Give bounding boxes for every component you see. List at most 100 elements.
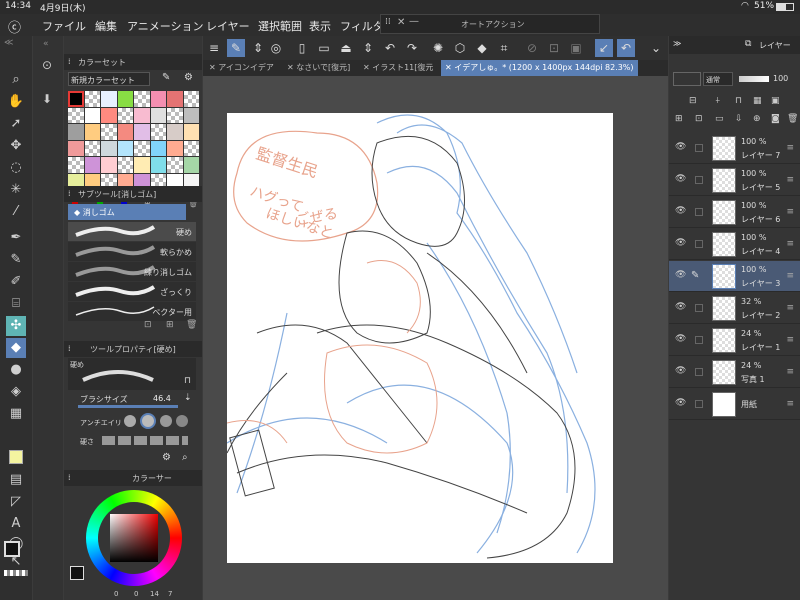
minimize-icon[interactable]: — bbox=[409, 16, 419, 27]
drag-handle-icon[interactable]: ≡ bbox=[786, 399, 794, 409]
color-swatch[interactable] bbox=[183, 91, 199, 107]
color-swatch[interactable] bbox=[167, 91, 183, 107]
decoration-icon[interactable]: ✣ bbox=[6, 316, 26, 336]
blend-icon[interactable]: ● bbox=[6, 360, 26, 380]
lock-icon[interactable]: ⊓ bbox=[184, 376, 191, 386]
lock-transparent-icon[interactable]: ▦ bbox=[753, 96, 762, 106]
menu-icon[interactable]: ≡ bbox=[205, 39, 223, 57]
tab-illust11[interactable]: ✕ イラスト11[復元 bbox=[363, 62, 433, 73]
color-swatch[interactable] bbox=[68, 107, 84, 123]
main-color-swatch[interactable] bbox=[4, 541, 20, 557]
delete-subtool-icon[interactable]: 🗑 bbox=[186, 320, 197, 330]
drag-handle-icon[interactable]: ≡ bbox=[786, 207, 794, 217]
snap-ruler-icon[interactable]: ↙ bbox=[595, 39, 613, 57]
invert-selection-icon[interactable]: ⊡ bbox=[545, 39, 563, 57]
material-icon[interactable]: ⬇ bbox=[42, 92, 52, 106]
transparent-color-icon[interactable] bbox=[4, 570, 28, 576]
gradient-icon[interactable]: ▦ bbox=[6, 404, 26, 424]
chevron-icon[interactable]: ⇕ bbox=[249, 39, 267, 57]
color-swatch[interactable] bbox=[84, 107, 100, 123]
drag-handle-icon[interactable]: ≡ bbox=[786, 143, 794, 153]
menu-filter[interactable]: フィルタ bbox=[340, 18, 384, 34]
new-vector-layer-icon[interactable]: ⊡ bbox=[695, 114, 703, 124]
color-swatch[interactable] bbox=[134, 124, 150, 140]
subtool-group-eraser[interactable]: ◆ 消しゴム bbox=[68, 204, 186, 220]
selection-area-icon[interactable]: ▣ bbox=[567, 39, 585, 57]
color-swatch[interactable] bbox=[101, 124, 117, 140]
frame-icon[interactable]: ◸ bbox=[6, 492, 26, 512]
collapse-left-icon[interactable]: « bbox=[43, 39, 49, 49]
layer-row[interactable]: 👁 100 % レイヤー 4 ≡ bbox=[669, 229, 800, 260]
subtool-item[interactable]: ざっくり bbox=[68, 282, 196, 301]
color-swatch[interactable] bbox=[150, 107, 166, 123]
color-swatch[interactable] bbox=[183, 124, 199, 140]
colorwheel-header[interactable]: ⁞ カラーサー bbox=[64, 470, 202, 486]
snap-special-ruler-icon[interactable]: ↶ bbox=[617, 39, 635, 57]
color-swatch[interactable] bbox=[117, 107, 133, 123]
wrench-icon[interactable]: ✎ bbox=[162, 72, 170, 83]
toolprop-header[interactable]: ⁞ ツールプロパティ[硬め] bbox=[64, 341, 202, 357]
airbrush-icon[interactable]: ⌸ bbox=[6, 294, 26, 314]
brush-icon[interactable]: ✐ bbox=[6, 272, 26, 292]
color-swatch[interactable] bbox=[150, 140, 166, 156]
layer-row[interactable]: 👁 100 % レイヤー 7 ≡ bbox=[669, 133, 800, 164]
colorset-select[interactable]: 新規カラーセット bbox=[68, 72, 150, 86]
color-swatch[interactable] bbox=[101, 140, 117, 156]
saturation-value-box[interactable] bbox=[110, 514, 158, 562]
color-swatch[interactable] bbox=[84, 91, 100, 107]
fill-selection-icon[interactable]: ◆ bbox=[473, 39, 491, 57]
layer-row[interactable]: 👁 用紙 ≡ bbox=[669, 389, 800, 420]
antialias-row[interactable]: アンチエイリ bbox=[68, 413, 196, 432]
drag-handle-icon[interactable]: ≡ bbox=[786, 239, 794, 249]
opacity-value[interactable]: 100 bbox=[773, 74, 788, 83]
color-swatch[interactable] bbox=[150, 157, 166, 173]
transfer-down-icon[interactable]: ⇩ bbox=[735, 114, 743, 124]
app-logo-icon[interactable]: ⓒ bbox=[8, 17, 21, 36]
layer-check[interactable] bbox=[695, 368, 703, 376]
color-swatch[interactable] bbox=[183, 107, 199, 123]
color-swatch[interactable] bbox=[167, 157, 183, 173]
layer-row[interactable]: 👁 24 % 写真 1 ≡ bbox=[669, 357, 800, 388]
eye-icon[interactable]: 👁 bbox=[675, 366, 686, 376]
color-swatch[interactable] bbox=[68, 140, 84, 156]
color-swatch[interactable] bbox=[101, 157, 117, 173]
autoaction-panel[interactable]: ⁞⁞ ✕ — オートアクション bbox=[380, 14, 600, 34]
color-swatch[interactable] bbox=[183, 140, 199, 156]
color-swatch[interactable] bbox=[117, 91, 133, 107]
color-swatch[interactable] bbox=[117, 140, 133, 156]
antialias-medium[interactable] bbox=[160, 415, 172, 427]
loading-icon[interactable]: ✺ bbox=[429, 39, 447, 57]
chevron-down-icon[interactable]: ⌄ bbox=[647, 39, 665, 57]
color-swatch[interactable] bbox=[68, 91, 84, 107]
drag-handle-icon[interactable]: ≡ bbox=[786, 271, 794, 281]
collapse-icon[interactable]: ≪ bbox=[4, 38, 13, 48]
pencil-icon[interactable]: ✎ bbox=[6, 250, 26, 270]
color-wheel[interactable] bbox=[86, 490, 182, 586]
eye-icon[interactable]: 👁 bbox=[675, 270, 686, 280]
color-swatch[interactable] bbox=[101, 91, 117, 107]
color-swatch[interactable] bbox=[101, 107, 117, 123]
fill-color-icon[interactable] bbox=[9, 450, 23, 464]
color-swatch[interactable] bbox=[150, 91, 166, 107]
opacity-slider[interactable] bbox=[739, 76, 769, 82]
color-swatch[interactable] bbox=[134, 107, 150, 123]
subtool-item[interactable]: 軟らかめ bbox=[68, 242, 196, 261]
eye-icon[interactable]: 👁 bbox=[675, 238, 686, 248]
layer-check[interactable] bbox=[695, 176, 703, 184]
new-raster-layer-icon[interactable]: ⊞ bbox=[675, 114, 683, 124]
color-swatch[interactable] bbox=[134, 140, 150, 156]
color-swatch[interactable] bbox=[84, 157, 100, 173]
menu-animation[interactable]: アニメーション bbox=[127, 18, 204, 34]
color-swatch[interactable] bbox=[167, 124, 183, 140]
combine-icon[interactable]: ⊕ bbox=[753, 114, 761, 124]
menu-layer[interactable]: レイヤー bbox=[206, 18, 250, 34]
copy-subtool-icon[interactable]: ⊡ bbox=[144, 320, 152, 330]
menu-edit[interactable]: 編集 bbox=[95, 18, 117, 34]
color-swatch[interactable] bbox=[68, 124, 84, 140]
tab-active-idea[interactable]: ✕ イデアしゅ。* (1200 x 1400px 144dpi 82.3%) bbox=[441, 60, 638, 76]
magic-wand-icon[interactable]: ✳ bbox=[6, 180, 26, 200]
text-icon[interactable]: A bbox=[6, 514, 26, 534]
settings-icon[interactable]: ⚙ bbox=[162, 452, 171, 463]
layer-row[interactable]: 👁 100 % レイヤー 5 ≡ bbox=[669, 165, 800, 196]
layer-check[interactable] bbox=[695, 336, 703, 344]
